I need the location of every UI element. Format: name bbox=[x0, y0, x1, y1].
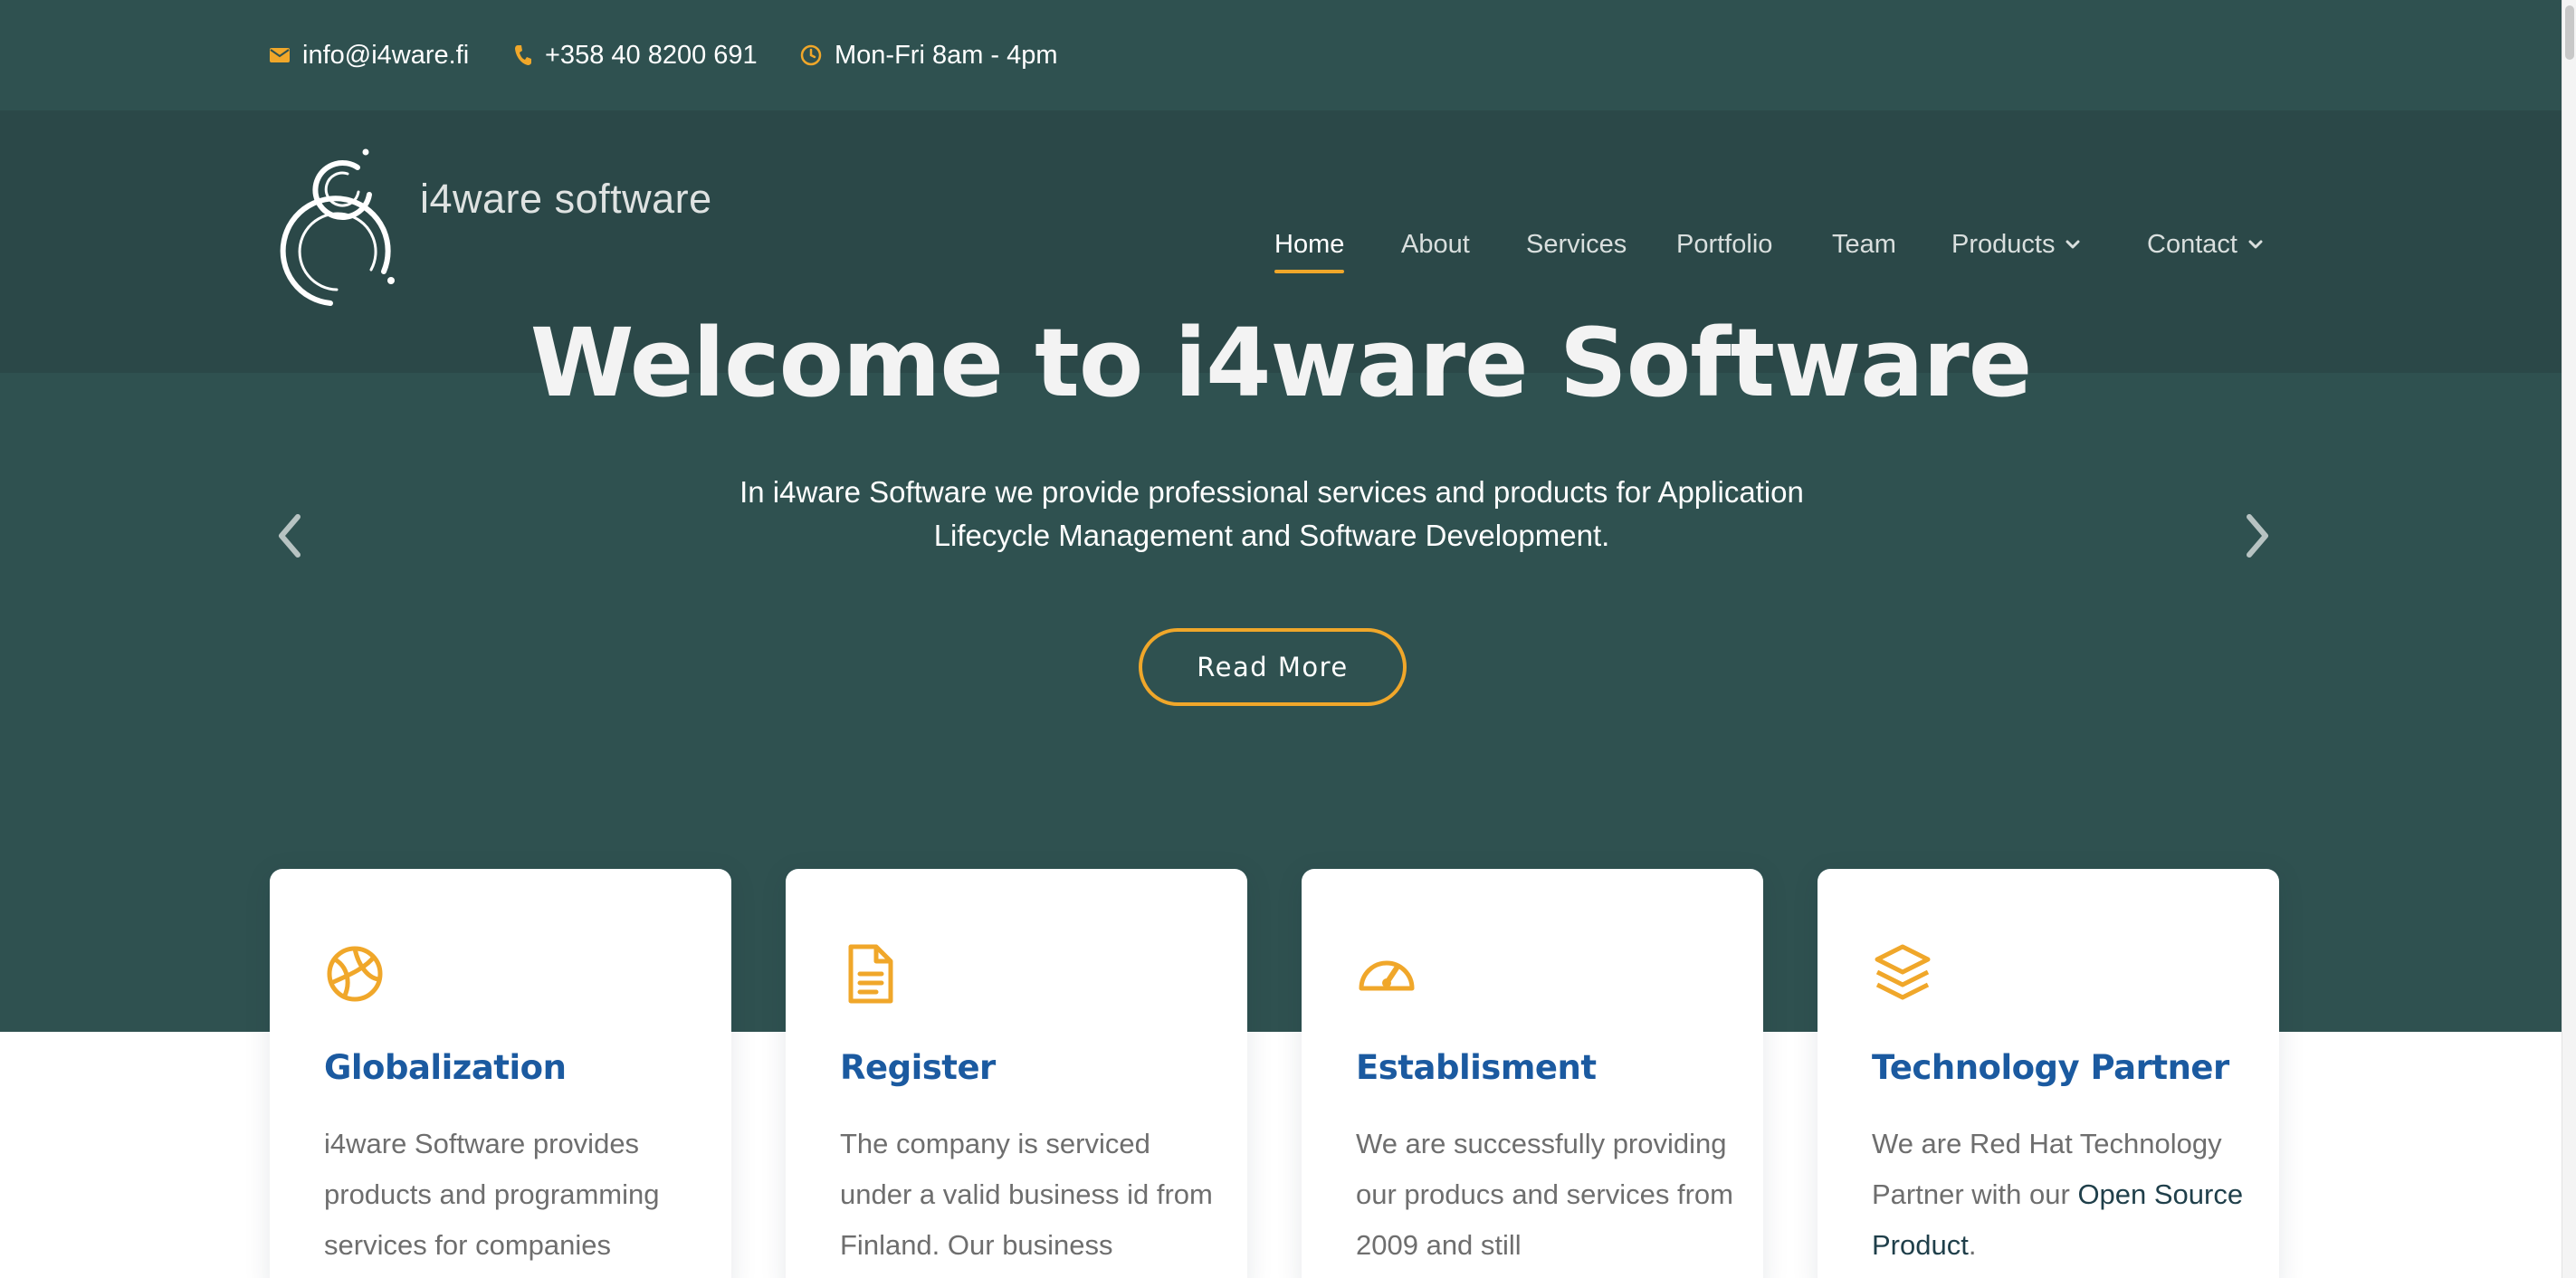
card-title: Establisment bbox=[1356, 1048, 1597, 1087]
carousel-next-button[interactable] bbox=[2230, 491, 2285, 581]
nav-team-label: Team bbox=[1832, 229, 1896, 259]
nav-portfolio-label: Portfolio bbox=[1676, 229, 1773, 259]
email-text: info@i4ware.fi bbox=[302, 40, 470, 70]
nav-about[interactable]: About bbox=[1401, 219, 1470, 270]
phone-link[interactable]: +358 40 8200 691 bbox=[514, 0, 758, 110]
nav-services-label: Services bbox=[1526, 229, 1627, 259]
top-contact-bar: info@i4ware.fi +358 40 8200 691 Mon-Fri … bbox=[0, 0, 2562, 110]
nav-products-label: Products bbox=[1951, 229, 2056, 259]
carousel-prev-button[interactable] bbox=[262, 491, 317, 581]
card-title: Register bbox=[840, 1048, 996, 1087]
chevron-right-icon bbox=[2247, 514, 2268, 558]
feature-card-globalization: Globalization i4ware Software provides p… bbox=[270, 869, 731, 1278]
layers-icon bbox=[1875, 944, 1931, 1000]
speedometer-icon bbox=[1359, 960, 1415, 991]
phone-text: +358 40 8200 691 bbox=[545, 40, 758, 70]
nav-about-label: About bbox=[1401, 229, 1470, 259]
nav-products[interactable]: Products bbox=[1951, 219, 2080, 270]
chevron-left-icon bbox=[279, 514, 301, 558]
card-title: Technology Partner bbox=[1872, 1048, 2229, 1087]
basketball-icon bbox=[327, 946, 383, 1002]
card-text: The company is serviced under a valid bu… bbox=[840, 1128, 1213, 1261]
feature-card-technology-partner: Technology Partner We are Red Hat Techno… bbox=[1818, 869, 2279, 1278]
hero-description: In i4ware Software we provide profession… bbox=[739, 475, 1804, 552]
nav-team[interactable]: Team bbox=[1832, 219, 1896, 270]
nav-contact[interactable]: Contact bbox=[2147, 219, 2263, 270]
document-icon bbox=[848, 944, 893, 1004]
nav-home-label: Home bbox=[1274, 229, 1345, 259]
page: info@i4ware.fi +358 40 8200 691 Mon-Fri … bbox=[0, 0, 2562, 1278]
i4ware-logo[interactable] bbox=[272, 145, 407, 308]
card-title: Globalization bbox=[324, 1048, 567, 1087]
card-text: i4ware Software provides products and pr… bbox=[324, 1128, 660, 1261]
email-link[interactable]: info@i4ware.fi bbox=[270, 0, 469, 110]
hero-title: Welcome to i4ware Software bbox=[530, 308, 2032, 418]
read-more-button[interactable]: Read More bbox=[1139, 628, 1407, 706]
clock-icon bbox=[800, 44, 822, 66]
office-hours: Mon-Fri 8am - 4pm bbox=[800, 0, 1058, 110]
hours-text: Mon-Fri 8am - 4pm bbox=[835, 40, 1058, 70]
card-text: We are successfully providing our produc… bbox=[1356, 1128, 1733, 1261]
feature-card-establisment: Establisment We are successfully providi… bbox=[1302, 869, 1763, 1278]
nav-portfolio[interactable]: Portfolio bbox=[1676, 219, 1772, 270]
nav-active-indicator bbox=[1274, 270, 1345, 273]
chevron-down-icon bbox=[2248, 240, 2263, 249]
brand-name[interactable]: i4ware software bbox=[420, 176, 712, 223]
nav-services[interactable]: Services bbox=[1526, 219, 1627, 270]
feature-card-register: Register The company is serviced under a… bbox=[786, 869, 1247, 1278]
card-text-part: . bbox=[1968, 1229, 1977, 1261]
envelope-icon bbox=[270, 48, 290, 62]
phone-icon bbox=[515, 45, 531, 65]
vertical-scrollbar[interactable] bbox=[2562, 0, 2576, 1278]
nav-home[interactable]: Home bbox=[1274, 219, 1345, 273]
card-text: We are Red Hat Technology Partner with o… bbox=[1872, 1119, 2252, 1271]
chevron-down-icon bbox=[2066, 240, 2080, 249]
scrollbar-thumb[interactable] bbox=[2565, 5, 2574, 60]
nav-contact-label: Contact bbox=[2147, 229, 2237, 259]
